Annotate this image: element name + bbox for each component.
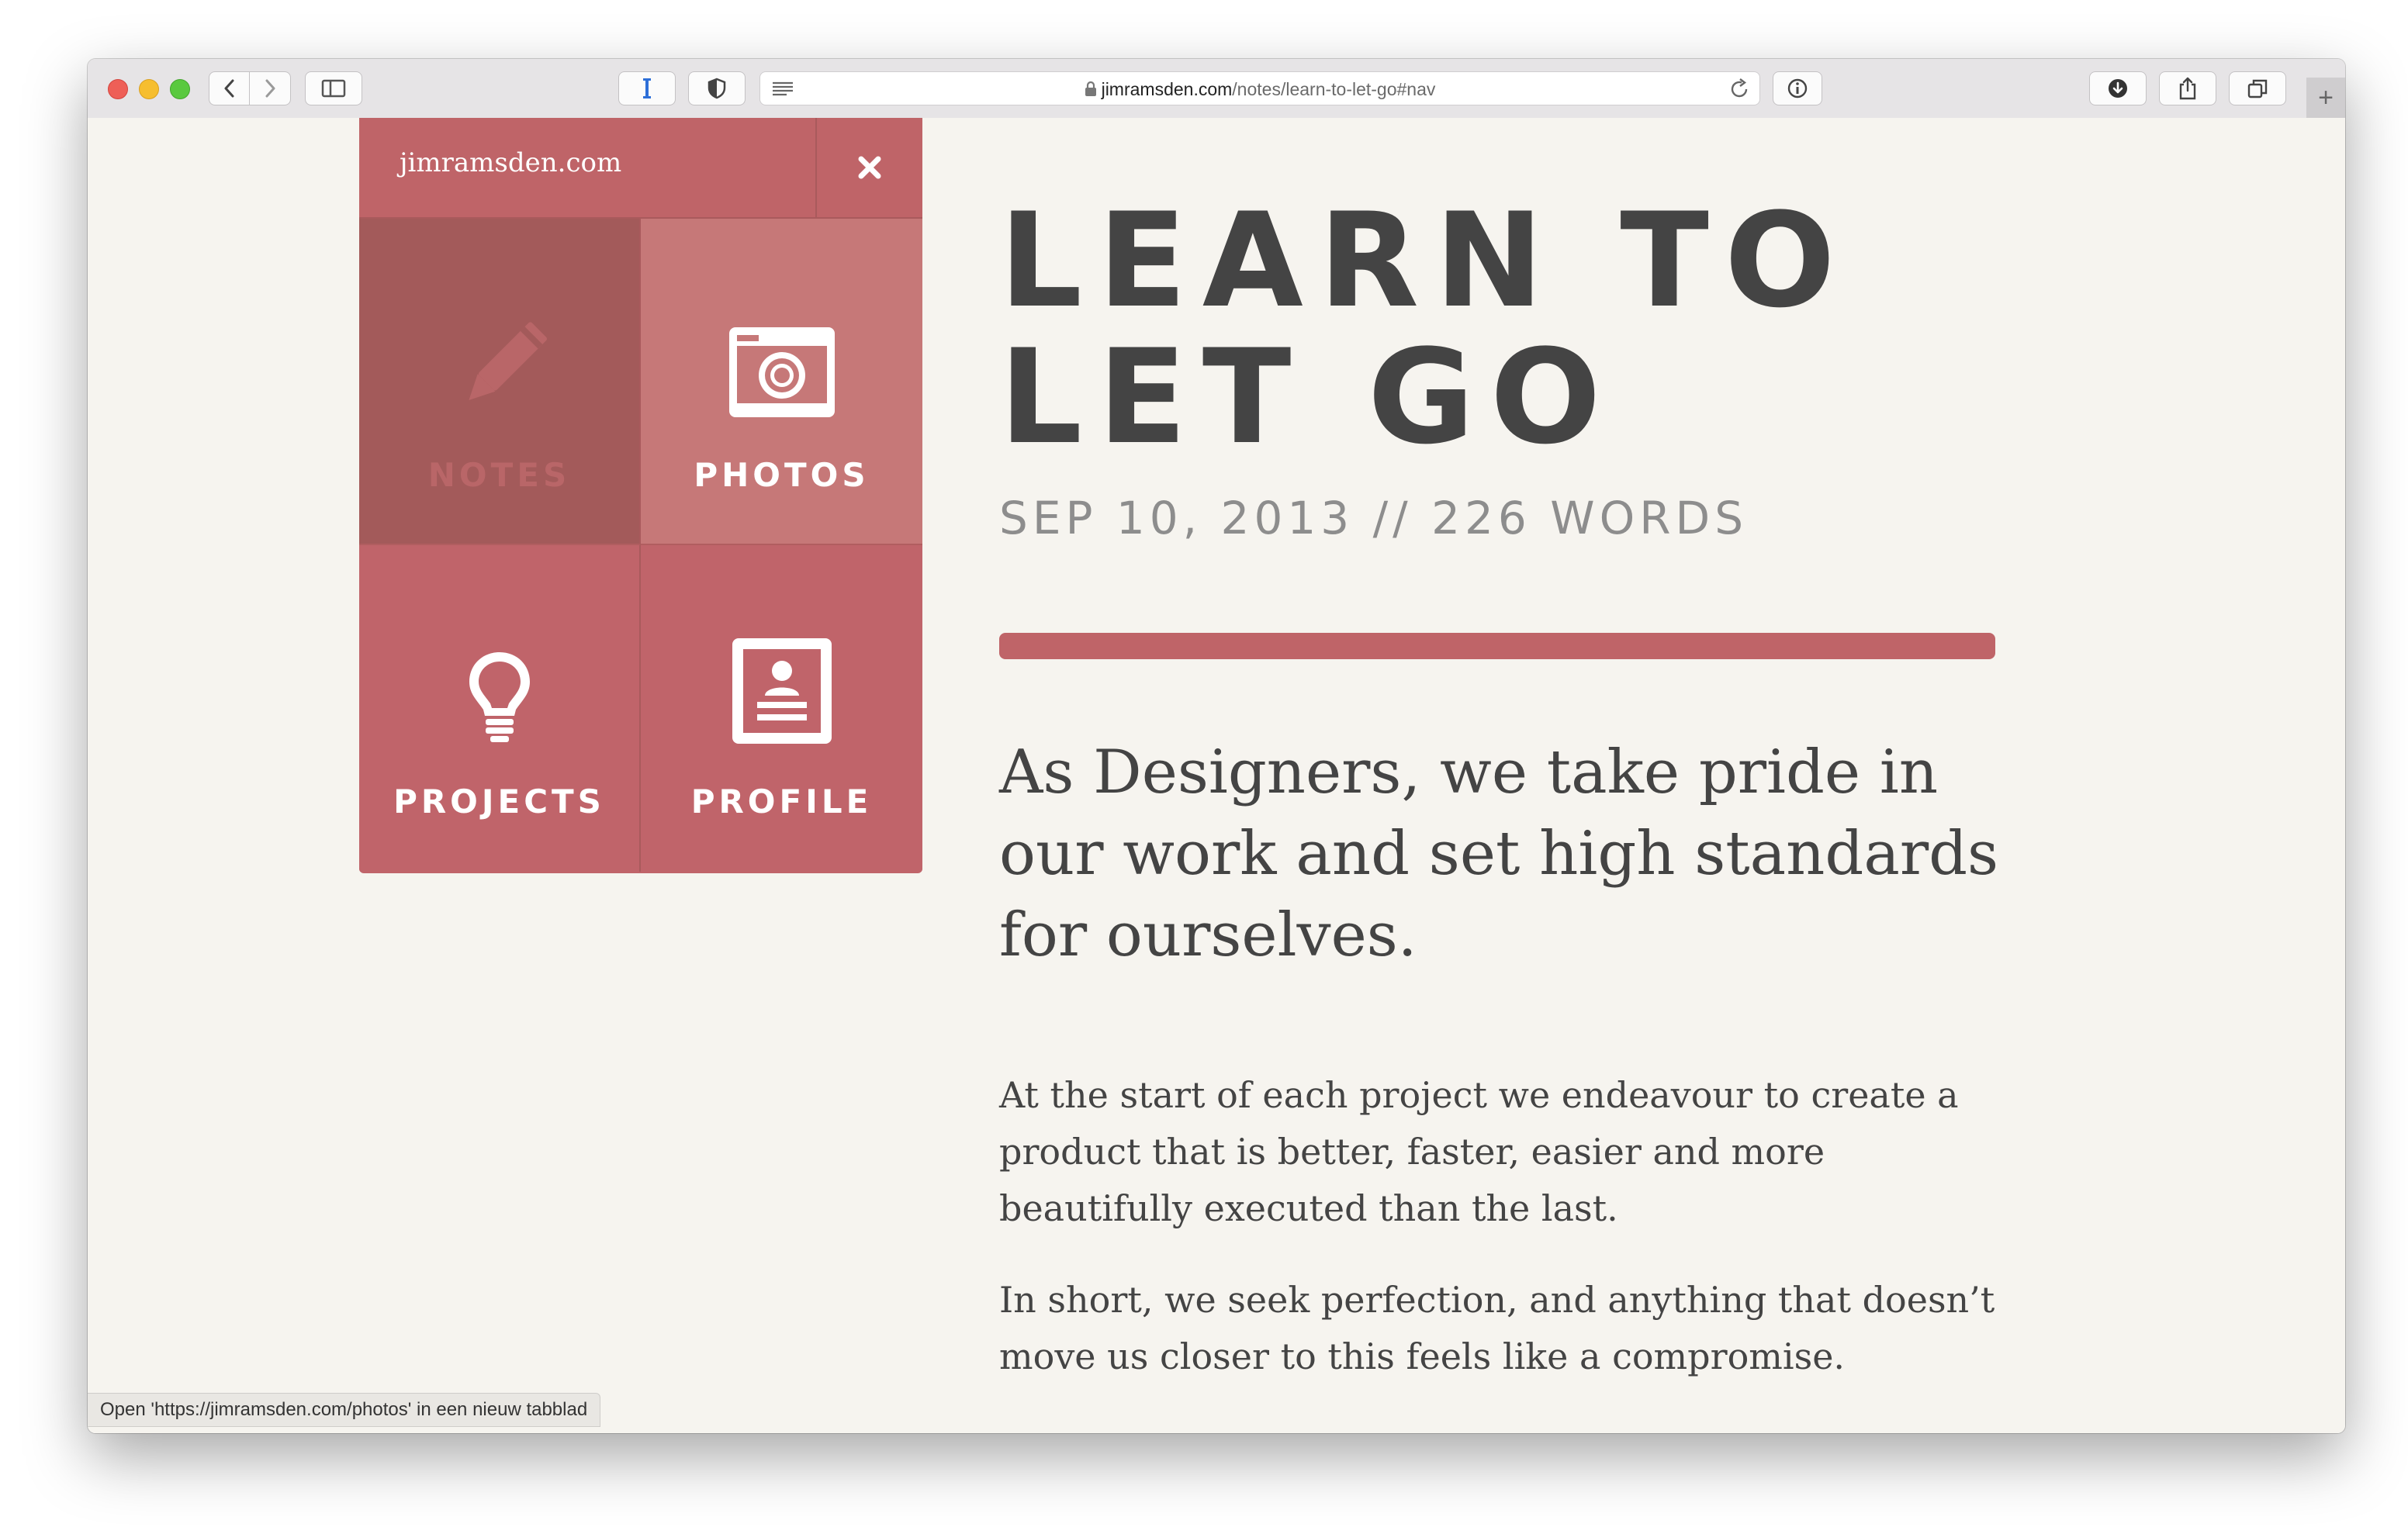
tabs-overview-button[interactable] bbox=[2229, 71, 2286, 105]
site-navigation: jimramsden.com NOTES PHOTOS PROJECTS PRO… bbox=[359, 118, 922, 873]
lock-icon bbox=[1085, 81, 1096, 96]
browser-toolbar: jimramsden.com/notes/learn-to-let-go#nav… bbox=[88, 59, 2345, 119]
nav-item-profile[interactable]: PROFILE bbox=[641, 545, 922, 872]
zoom-window-button[interactable] bbox=[170, 79, 190, 99]
tabs-icon bbox=[2247, 79, 2268, 98]
info-icon bbox=[1787, 78, 1808, 98]
back-button[interactable] bbox=[209, 71, 251, 105]
sidebar-button[interactable] bbox=[305, 71, 362, 105]
share-icon bbox=[2179, 77, 2196, 100]
text-cursor-icon bbox=[643, 78, 651, 98]
minimize-window-button[interactable] bbox=[139, 79, 159, 99]
site-title-link[interactable]: jimramsden.com bbox=[400, 147, 621, 178]
nav-header: jimramsden.com bbox=[359, 118, 922, 219]
chevron-right-icon bbox=[265, 79, 275, 98]
url-path: /notes/learn-to-let-go#nav bbox=[1232, 79, 1436, 99]
address-bar[interactable]: jimramsden.com/notes/learn-to-let-go#nav bbox=[759, 71, 1760, 105]
article-paragraph: At the start of each project we endeavou… bbox=[999, 1074, 1959, 1229]
article-title: LEARN TO LET GO bbox=[999, 185, 1851, 473]
camera-icon bbox=[728, 310, 836, 419]
article-meta: SEP 10, 2013 // 226 WORDS bbox=[999, 492, 1749, 544]
privacy-report-button[interactable] bbox=[688, 71, 746, 105]
nav-item-notes[interactable]: NOTES bbox=[359, 219, 641, 545]
nav-item-photos[interactable]: PHOTOS bbox=[641, 219, 922, 545]
nav-item-label: NOTES bbox=[427, 456, 571, 494]
new-tab-button[interactable]: + bbox=[2306, 78, 2345, 118]
nav-item-label: PROFILE bbox=[690, 783, 873, 821]
status-bar: Open 'https://jimramsden.com/photos' in … bbox=[88, 1393, 601, 1427]
download-icon bbox=[2109, 79, 2127, 98]
page-content: jimramsden.com NOTES PHOTOS PROJECTS PRO… bbox=[88, 118, 2345, 1433]
reload-button[interactable] bbox=[1728, 78, 1750, 103]
lightbulb-icon bbox=[465, 637, 535, 745]
info-button[interactable] bbox=[1773, 71, 1822, 105]
nav-item-label: PROJECTS bbox=[393, 783, 605, 821]
forward-button[interactable] bbox=[249, 71, 291, 105]
article-paragraph: We pour energy into each detail of a des… bbox=[999, 1421, 2000, 1433]
article-paragraph: In short, we seek perfection, and anythi… bbox=[999, 1279, 1995, 1377]
downloads-button[interactable] bbox=[2089, 71, 2147, 105]
nav-item-projects[interactable]: PROJECTS bbox=[359, 545, 641, 872]
divider-bar bbox=[999, 633, 1995, 659]
profile-card-icon bbox=[731, 637, 833, 745]
extension-button[interactable] bbox=[618, 71, 676, 105]
close-window-button[interactable] bbox=[108, 79, 128, 99]
plus-icon: + bbox=[2318, 82, 2334, 112]
close-nav-button[interactable] bbox=[815, 118, 922, 217]
shield-icon bbox=[708, 78, 726, 99]
close-icon bbox=[858, 156, 881, 179]
chevron-left-icon bbox=[224, 79, 234, 98]
article-lede: As Designers, we take pride in our work … bbox=[999, 738, 1999, 970]
browser-window: jimramsden.com/notes/learn-to-let-go#nav… bbox=[88, 59, 2345, 1433]
sidebar-icon bbox=[321, 79, 346, 98]
url-text[interactable]: jimramsden.com/notes/learn-to-let-go#nav bbox=[760, 79, 1759, 100]
reload-icon bbox=[1731, 78, 1748, 98]
pencil-icon bbox=[449, 310, 550, 419]
share-button[interactable] bbox=[2159, 71, 2216, 105]
url-host: jimramsden.com bbox=[1101, 79, 1233, 99]
nav-item-label: PHOTOS bbox=[694, 456, 870, 494]
